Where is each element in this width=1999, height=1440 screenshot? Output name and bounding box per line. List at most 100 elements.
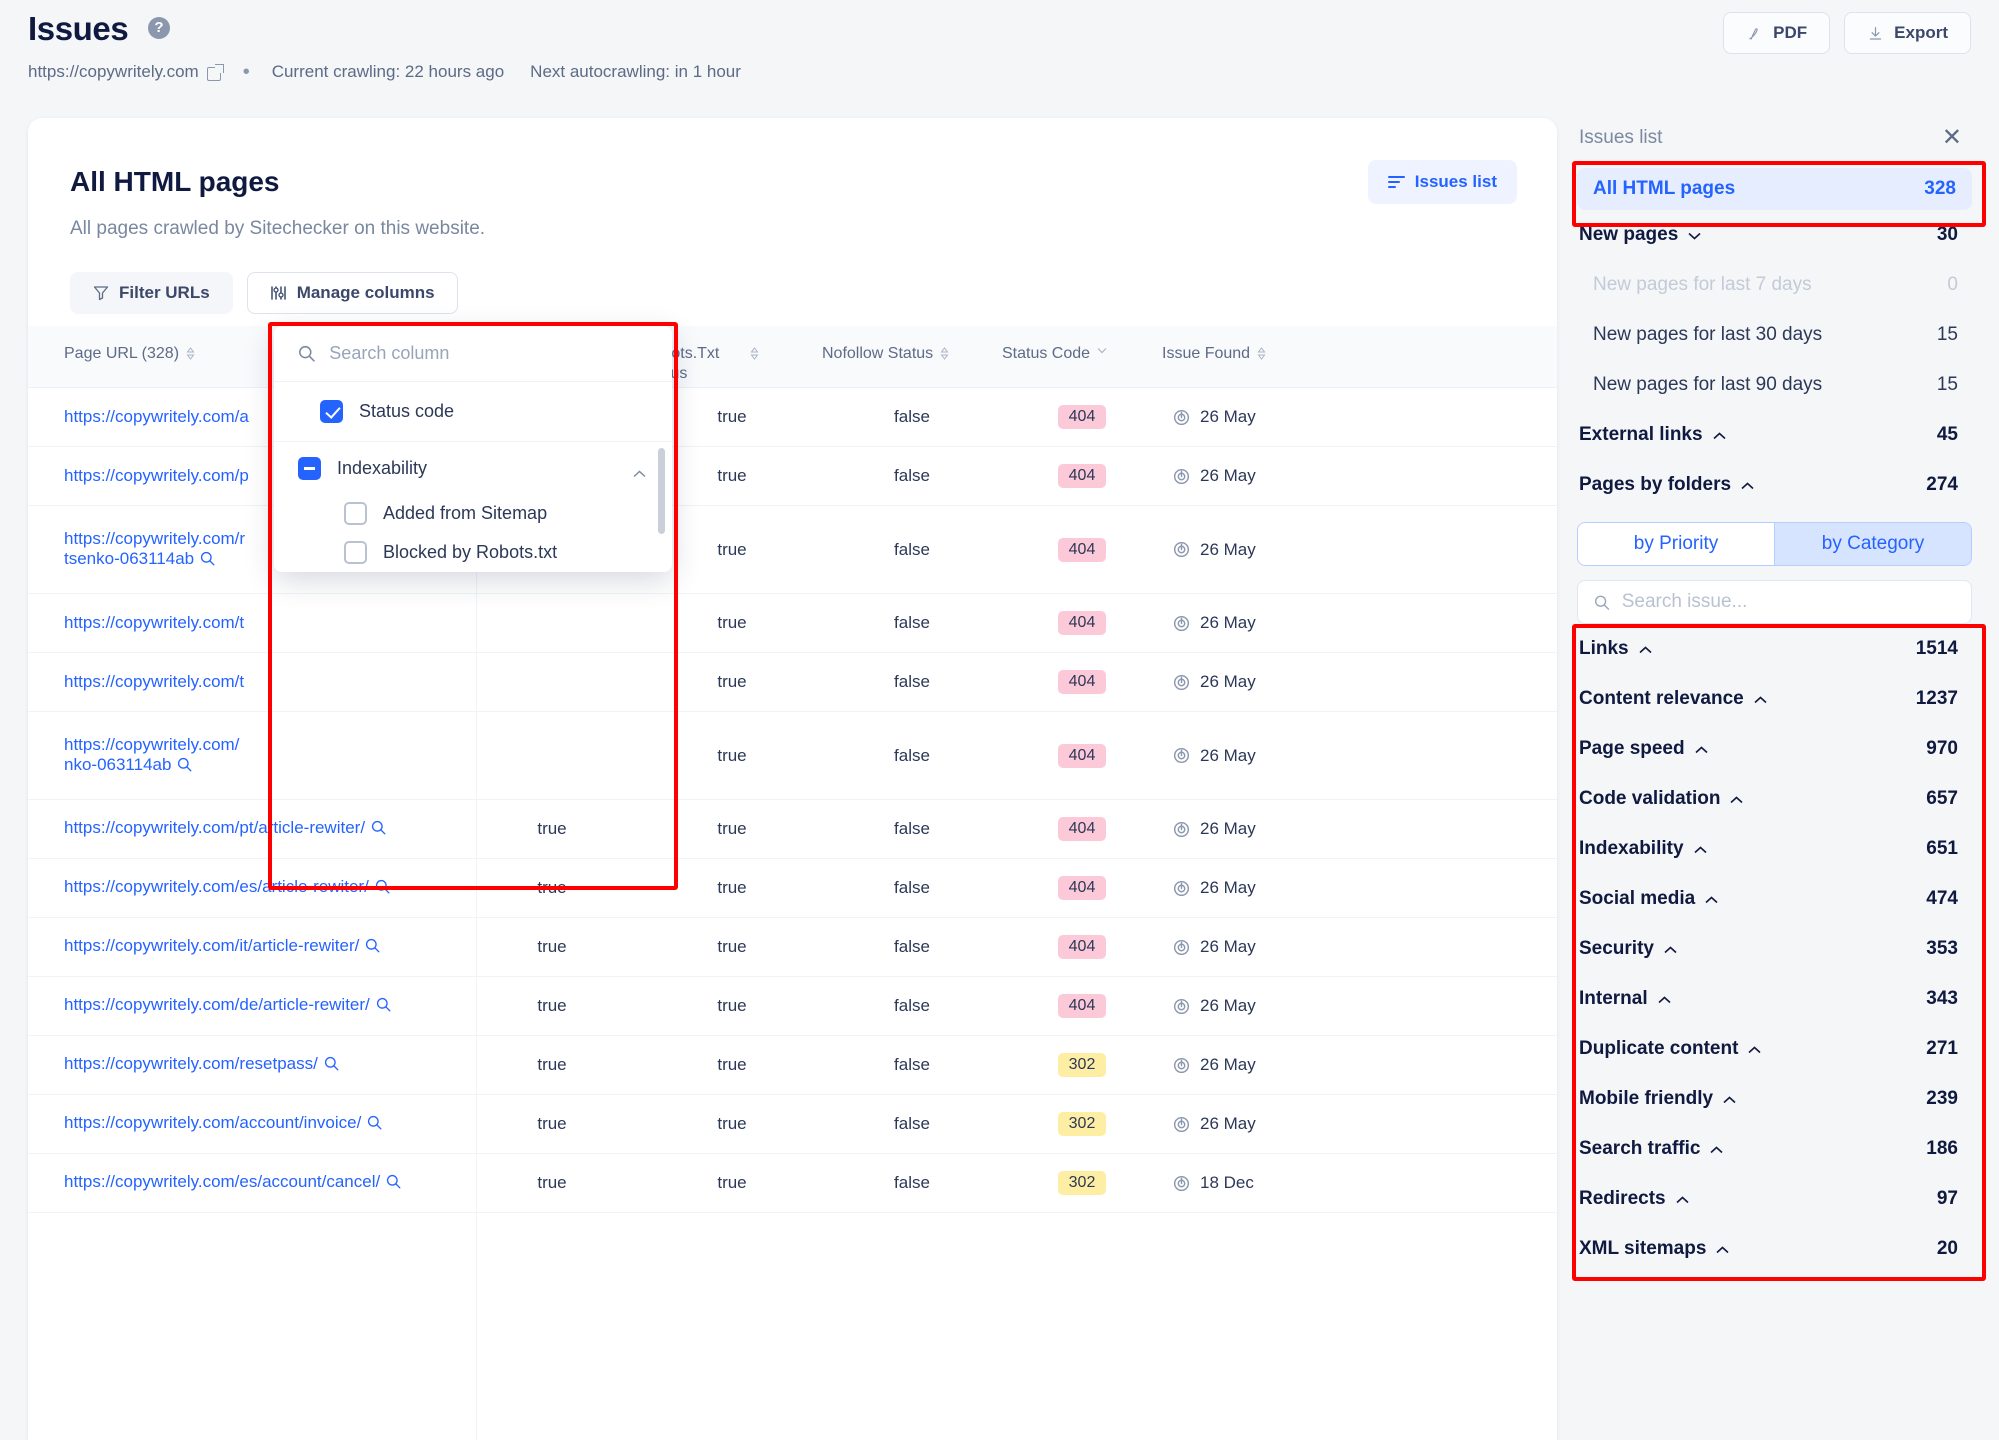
column-header-issue-found[interactable]: Issue Found: [1162, 344, 1342, 364]
chevron-up-icon[interactable]: [1710, 1138, 1723, 1160]
manage-columns-option[interactable]: Indexability: [274, 442, 672, 494]
issues-list-label: Issues list: [1414, 172, 1497, 191]
issue-category-search-traffic[interactable]: Search traffic 186: [1577, 1124, 1972, 1174]
table-row: https://copywritely.com/account/invoice/…: [28, 1095, 1557, 1154]
checkbox-checked[interactable]: [320, 400, 343, 423]
sort-icon: [186, 347, 195, 360]
chevron-up-icon[interactable]: [633, 462, 646, 483]
issue-category-count: 1514: [1915, 638, 1958, 659]
cell-status-code: 404: [1002, 537, 1162, 562]
tab-by-category[interactable]: by Category: [1774, 522, 1972, 566]
page-url-link[interactable]: https://copywritely.com/nko-063114ab: [64, 735, 239, 774]
chevron-up-icon[interactable]: [1741, 474, 1754, 496]
page-url-link[interactable]: https://copywritely.com/resetpass/: [64, 1054, 339, 1073]
issue-category-redirects[interactable]: Redirects 97: [1577, 1174, 1972, 1224]
page-url-link[interactable]: https://copywritely.com/account/invoice/: [64, 1113, 382, 1132]
site-url-link[interactable]: https://copywritely.com: [28, 62, 199, 82]
table-row: https://copywritely.com/t true false 404 26 …: [28, 594, 1557, 653]
sidebar-group-pages-by-folders[interactable]: Pages by folders 274: [1577, 460, 1972, 510]
issue-category-duplicate-content[interactable]: Duplicate content 271: [1577, 1024, 1972, 1074]
chevron-up-icon[interactable]: [1664, 938, 1677, 960]
search-column-field[interactable]: [274, 326, 672, 382]
cell-page-url: https://copywritely.com/it/article-rewit…: [28, 936, 462, 958]
issue-category-xml-sitemaps[interactable]: XML sitemaps 20: [1577, 1224, 1972, 1274]
magnifier-icon[interactable]: [200, 551, 215, 571]
manage-columns-option[interactable]: Status code: [274, 382, 672, 442]
issues-list-button[interactable]: Issues list: [1367, 160, 1517, 204]
issue-found-date: 26 May: [1200, 672, 1256, 691]
column-header-nofollow-status[interactable]: Nofollow Status: [822, 344, 1002, 364]
sidebar-group-new-pages[interactable]: New pages 30: [1577, 210, 1972, 260]
issue-category-indexability[interactable]: Indexability 651: [1577, 824, 1972, 874]
magnifier-icon[interactable]: [375, 879, 390, 899]
question-mark-icon[interactable]: ?: [148, 17, 170, 39]
issue-category-security[interactable]: Security 353: [1577, 924, 1972, 974]
cell-status-code: 404: [1002, 994, 1162, 1018]
chevron-up-icon[interactable]: [1730, 788, 1744, 810]
page-url-link[interactable]: https://copywritely.com/es/article-rewit…: [64, 877, 390, 896]
chevron-up-icon[interactable]: [1713, 424, 1726, 446]
magnifier-icon[interactable]: [371, 820, 386, 840]
checkbox-indeterminate[interactable]: [298, 456, 321, 480]
chevron-down-icon[interactable]: [1688, 224, 1701, 246]
filter-urls-button[interactable]: Filter URLs: [70, 272, 233, 314]
page-url-link[interactable]: https://copywritely.com/t: [64, 672, 244, 691]
magnifier-icon[interactable]: [367, 1115, 382, 1135]
page-url-link[interactable]: https://copywritely.com/pt/article-rewit…: [64, 818, 386, 837]
manage-columns-button[interactable]: Manage columns: [246, 272, 458, 314]
manage-columns-option[interactable]: Blocked by Robots.txt: [274, 533, 672, 572]
page-url-link[interactable]: https://copywritely.com/es/account/cance…: [64, 1172, 401, 1191]
manage-columns-dropdown[interactable]: Status code Indexability Added from Sitema…: [274, 326, 672, 572]
chevron-up-icon[interactable]: [1693, 838, 1707, 860]
magnifier-icon[interactable]: [365, 938, 380, 958]
search-issue-input[interactable]: [1621, 591, 1955, 613]
sidebar-subitem[interactable]: New pages for last 90 days 15: [1577, 360, 1972, 410]
page-url-link[interactable]: https://copywritely.com/de/article-rewit…: [64, 995, 391, 1014]
sidebar-subitem[interactable]: New pages for last 7 days 0: [1577, 260, 1972, 310]
chevron-up-icon[interactable]: [1748, 1038, 1761, 1060]
chevron-up-icon[interactable]: [1676, 1188, 1689, 1210]
tab-by-priority[interactable]: by Priority: [1577, 522, 1774, 566]
cell-page-url: https://copywritely.com/resetpass/: [28, 1054, 462, 1076]
sidebar-item-all-html-pages[interactable]: All HTML pages 328: [1577, 168, 1972, 210]
sidebar-subitem[interactable]: New pages for last 30 days 15: [1577, 310, 1972, 360]
issue-category-links[interactable]: Links 1514: [1577, 624, 1972, 674]
issue-category-mobile-friendly[interactable]: Mobile friendly 239: [1577, 1074, 1972, 1124]
chevron-up-icon[interactable]: [1716, 1238, 1729, 1260]
checkbox-unchecked[interactable]: [344, 502, 367, 525]
magnifier-icon[interactable]: [376, 997, 391, 1017]
search-column-input[interactable]: [329, 343, 648, 364]
issue-category-page-speed[interactable]: Page speed 970: [1577, 724, 1972, 774]
export-button[interactable]: Export: [1844, 12, 1971, 54]
issue-category-count: 1237: [1915, 688, 1958, 709]
search-issue-field[interactable]: [1577, 580, 1972, 624]
issue-category-code-validation[interactable]: Code validation 657: [1577, 774, 1972, 824]
column-header-status-code[interactable]: Status Code: [1002, 344, 1162, 364]
cell-status-code: 404: [1002, 405, 1162, 429]
issue-category-content-relevance[interactable]: Content relevance 1237: [1577, 674, 1972, 724]
page-url-link[interactable]: https://copywritely.com/it/article-rewit…: [64, 936, 380, 955]
dropdown-scrollbar[interactable]: [658, 448, 665, 534]
checkbox-unchecked[interactable]: [344, 541, 367, 564]
chevron-up-icon[interactable]: [1658, 988, 1671, 1010]
close-icon[interactable]: ✕: [1942, 126, 1962, 150]
page-url-link[interactable]: https://copywritely.com/r tsenko-063114ab: [64, 529, 245, 568]
manage-columns-option[interactable]: Added from Sitemap: [274, 494, 672, 533]
chevron-up-icon[interactable]: [1639, 638, 1652, 660]
magnifier-icon[interactable]: [386, 1174, 401, 1194]
page-url-link[interactable]: https://copywritely.com/a: [64, 407, 249, 426]
pdf-button[interactable]: PDF: [1723, 12, 1831, 54]
magnifier-icon[interactable]: [324, 1056, 339, 1076]
chevron-up-icon[interactable]: [1695, 738, 1708, 760]
page-url-link[interactable]: https://copywritely.com/t: [64, 613, 244, 632]
chevron-up-icon[interactable]: [1705, 888, 1718, 910]
sidebar-group-external-links[interactable]: External links 45: [1577, 410, 1972, 460]
chevron-up-icon[interactable]: [1754, 688, 1767, 710]
cell-indexability: true: [537, 819, 567, 838]
issue-category-social-media[interactable]: Social media 474: [1577, 874, 1972, 924]
chevron-up-icon[interactable]: [1723, 1088, 1736, 1110]
cell-robots-txt-status: true: [717, 745, 747, 765]
page-url-link[interactable]: https://copywritely.com/p: [64, 466, 249, 485]
magnifier-icon[interactable]: [177, 757, 192, 777]
issue-category-internal[interactable]: Internal 343: [1577, 974, 1972, 1024]
